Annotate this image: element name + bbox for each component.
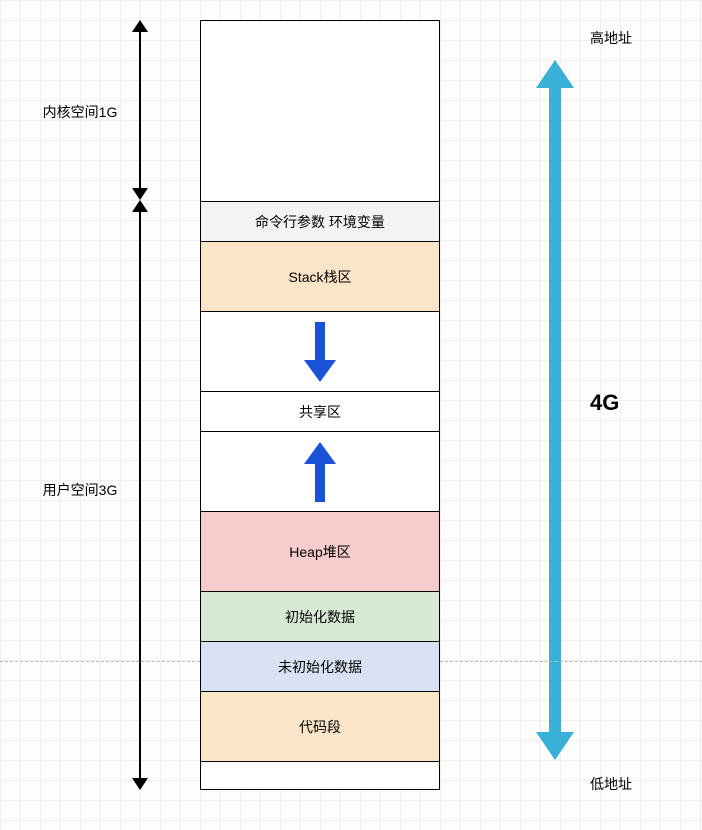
label-high-address: 高地址 bbox=[590, 28, 632, 48]
segment-stack-growth bbox=[201, 311, 439, 391]
segment-init-data: 初始化数据 bbox=[201, 591, 439, 641]
label-low-address: 低地址 bbox=[590, 774, 632, 794]
arrow-down-icon bbox=[309, 322, 331, 382]
arrow-up-icon bbox=[309, 442, 331, 502]
bracket-user bbox=[130, 200, 150, 790]
segment-kernel bbox=[201, 21, 439, 201]
segment-args: 命令行参数 环境变量 bbox=[201, 201, 439, 241]
memory-layout-column: 命令行参数 环境变量 Stack栈区 共享区 Heap堆区 初始化数据 未初始化… bbox=[200, 20, 440, 790]
segment-heap: Heap堆区 bbox=[201, 511, 439, 591]
segment-bottom-blank bbox=[201, 761, 439, 789]
bracket-kernel bbox=[130, 20, 150, 200]
label-total-4g: 4G bbox=[590, 390, 619, 416]
dashed-line-left bbox=[0, 661, 200, 662]
address-range-arrow bbox=[540, 60, 570, 760]
dashed-line-right bbox=[440, 661, 702, 662]
segment-stack: Stack栈区 bbox=[201, 241, 439, 311]
segment-heap-growth bbox=[201, 431, 439, 511]
segment-uninit-data: 未初始化数据 bbox=[201, 641, 439, 691]
label-user-space: 用户空间3G bbox=[30, 480, 130, 500]
label-kernel-space: 内核空间1G bbox=[30, 102, 130, 122]
segment-code: 代码段 bbox=[201, 691, 439, 761]
segment-shared: 共享区 bbox=[201, 391, 439, 431]
